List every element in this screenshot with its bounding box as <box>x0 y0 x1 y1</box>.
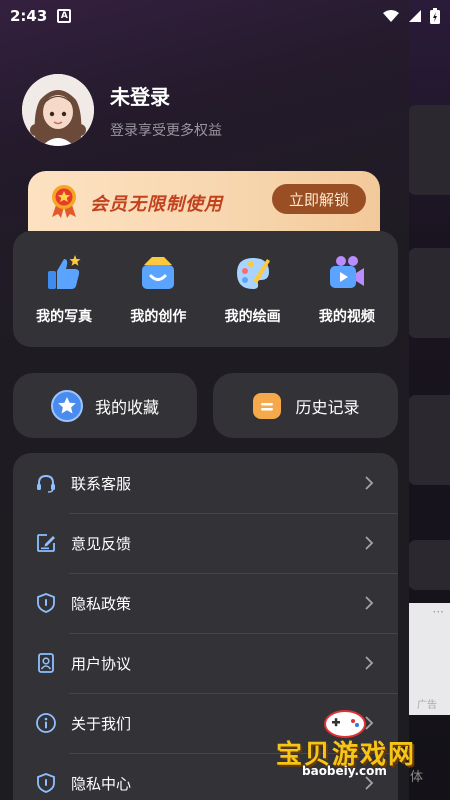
history-button[interactable]: 历史记录 <box>213 373 398 438</box>
palette-icon <box>236 258 270 289</box>
chevron-right-icon <box>365 476 374 490</box>
menu-label: 隐私政策 <box>71 594 132 613</box>
info-icon <box>36 713 56 733</box>
feature-label: 我的绘画 <box>224 309 281 325</box>
more-icon: ··· <box>432 605 444 619</box>
feature-my-videos[interactable]: 我的视频 <box>302 231 392 347</box>
shield-icon <box>37 593 55 613</box>
background-card <box>408 105 450 195</box>
favorites-label: 我的收藏 <box>94 397 159 417</box>
feature-my-creations[interactable]: 我的创作 <box>113 231 203 347</box>
chevron-right-icon <box>365 656 374 670</box>
chevron-right-icon <box>365 536 374 550</box>
status-indicators <box>382 8 440 24</box>
battery-icon <box>430 8 440 24</box>
video-camera-icon <box>329 256 364 288</box>
headset-icon <box>37 474 55 493</box>
feature-label: 我的创作 <box>130 309 187 325</box>
menu-item-user-agreement[interactable]: 用户协议 <box>13 633 398 693</box>
vip-banner[interactable]: 会员无限制使用 立即解锁 <box>28 171 380 231</box>
favorites-button[interactable]: 我的收藏 <box>13 373 197 438</box>
history-label: 历史记录 <box>295 397 360 417</box>
menu-item-feedback[interactable]: 意见反馈 <box>13 513 398 573</box>
edit-icon <box>37 534 55 552</box>
menu-item-contact-support[interactable]: 联系客服 <box>13 453 398 513</box>
side-drawer: 未登录 登录享受更多权益 会员无限制使用 立即解锁 我的写真 我的创作 我的绘画… <box>0 0 409 800</box>
feature-my-photos[interactable]: 我的写真 <box>19 231 109 347</box>
background-card <box>408 540 450 590</box>
menu-label: 意见反馈 <box>71 534 132 553</box>
menu-label: 隐私中心 <box>71 774 132 793</box>
thumbs-up-icon <box>48 255 81 289</box>
avatar-girl-icon <box>22 74 94 146</box>
document-icon <box>253 392 282 419</box>
background-card <box>408 248 450 338</box>
status-time: 2:43 <box>10 7 48 25</box>
menu-label: 联系客服 <box>71 474 132 493</box>
background-card <box>408 395 450 485</box>
watermark-url: baobeiy.com <box>302 764 387 778</box>
star-icon <box>50 389 83 422</box>
notification-a-icon: A <box>57 9 72 23</box>
smile-folder-icon <box>142 257 175 289</box>
vip-text: 会员无限制使用 <box>90 194 223 215</box>
background-ad[interactable]: ··· 广告 <box>403 603 450 715</box>
menu-item-privacy-policy[interactable]: 隐私政策 <box>13 573 398 633</box>
avatar[interactable] <box>22 74 94 146</box>
unlock-button[interactable]: 立即解锁 <box>272 184 366 214</box>
feature-my-paintings[interactable]: 我的绘画 <box>208 231 298 347</box>
signal-icon <box>409 10 421 22</box>
watermark: 宝贝游戏网 baobeiy.com <box>272 706 422 786</box>
shield-icon <box>37 773 55 793</box>
wifi-icon <box>383 10 399 22</box>
status-bar: 2:43 A <box>0 0 450 32</box>
menu-label: 用户协议 <box>71 654 132 673</box>
chevron-right-icon <box>365 596 374 610</box>
feature-label: 我的写真 <box>36 309 93 325</box>
medal-icon <box>52 185 76 218</box>
user-doc-icon <box>38 653 54 673</box>
features-card: 我的写真 我的创作 我的绘画 我的视频 <box>13 231 398 347</box>
user-subtitle: 登录享受更多权益 <box>110 123 222 139</box>
menu-label: 关于我们 <box>71 714 132 733</box>
user-name[interactable]: 未登录 <box>110 81 170 110</box>
feature-label: 我的视频 <box>318 309 375 325</box>
